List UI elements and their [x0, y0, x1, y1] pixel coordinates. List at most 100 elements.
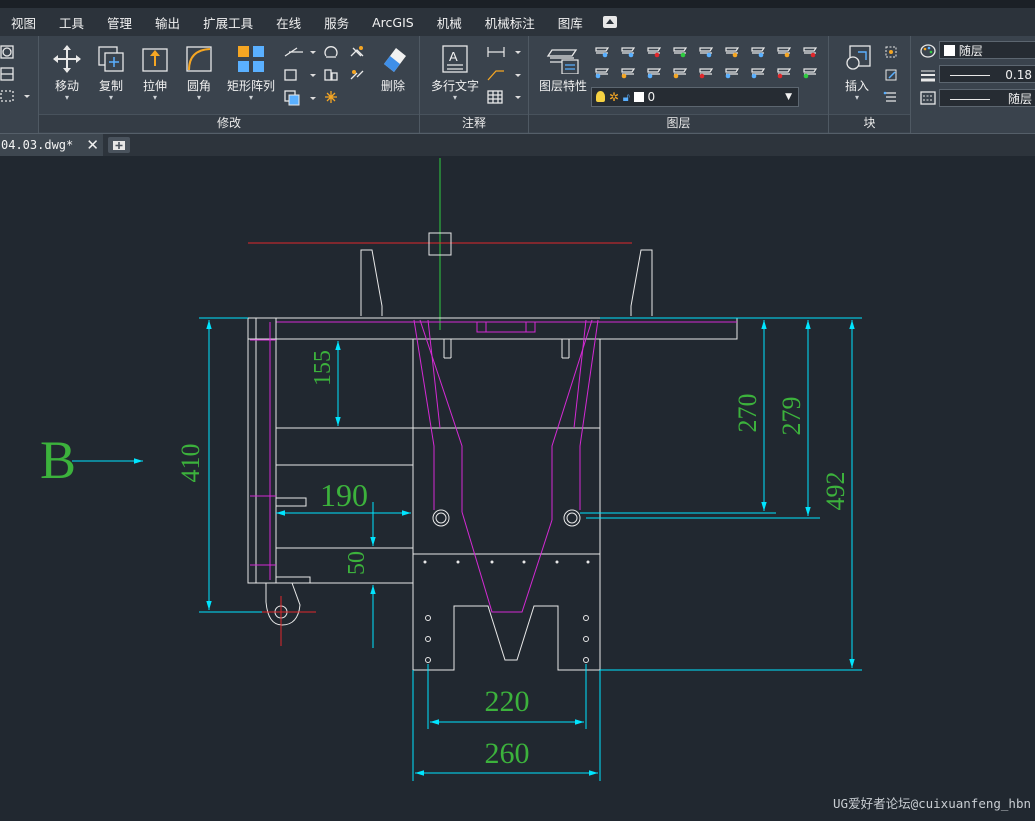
layer-unisolate-icon[interactable] [697, 43, 715, 59]
move-icon [53, 45, 81, 73]
chamfer-icon[interactable] [349, 44, 365, 60]
array-dropdown-icon[interactable]: ▾ [223, 94, 279, 102]
menu-services[interactable]: 服务 [324, 13, 349, 32]
layer-match-icon[interactable] [723, 43, 741, 59]
menu-mechanical[interactable]: 机械 [437, 13, 462, 32]
erase-button[interactable]: 删除 [371, 44, 415, 94]
explode-icon[interactable] [323, 89, 339, 105]
stretch-button[interactable]: 拉伸 ▾ [133, 44, 177, 102]
linetype-icon[interactable] [919, 90, 937, 106]
close-tab-icon[interactable]: ✕ [86, 134, 99, 156]
rotate-icon[interactable] [323, 44, 339, 60]
menu-mechanical-dim[interactable]: 机械标注 [485, 13, 535, 32]
layer-color-swatch [633, 92, 644, 102]
drawing-svg[interactable]: B 155 190 50 410 270 279 492 220 260 [0, 156, 1035, 817]
menu-output[interactable]: 输出 [155, 13, 180, 32]
boundary-tool-icon[interactable] [0, 88, 30, 104]
layer-off-icon[interactable] [671, 64, 689, 80]
layer-on-icon[interactable] [593, 43, 611, 59]
layer-thaw-icon[interactable] [697, 64, 715, 80]
lineweight-icon[interactable] [919, 67, 937, 83]
lineweight-sample [950, 75, 990, 76]
move-button[interactable]: 移动 ▾ [45, 44, 89, 102]
menu-tools[interactable]: 工具 [59, 13, 84, 32]
lightbulb-icon [596, 91, 605, 102]
fillet-button[interactable]: 圆角 ▾ [177, 44, 221, 102]
svg-text:A: A [449, 49, 458, 64]
view-label-b: B [40, 430, 76, 490]
layer-state-icon[interactable] [801, 64, 819, 80]
dim-155: 155 [310, 350, 336, 386]
insert-block-button[interactable]: 插入 ▾ [835, 44, 879, 102]
document-tab[interactable]: 04.03.dwg* ✕ [0, 134, 103, 156]
layer-isolate-icon[interactable] [671, 43, 689, 59]
drawing-canvas[interactable]: B 155 190 50 410 270 279 492 220 260 UG爱… [0, 156, 1035, 817]
layer-delete-icon[interactable] [801, 43, 819, 59]
layer-current-icon[interactable] [749, 64, 767, 80]
rect-array-button[interactable]: 矩形阵列 ▾ [223, 44, 279, 102]
eraser-icon [384, 48, 406, 72]
menu-extensions[interactable]: 扩展工具 [203, 13, 253, 32]
menu-library[interactable]: 图库 [558, 13, 583, 32]
trim-icon[interactable] [283, 44, 317, 60]
document-tab-bar: 04.03.dwg* ✕ [0, 134, 1035, 156]
join-icon[interactable] [349, 67, 365, 83]
layer-unlock-icon[interactable] [723, 64, 741, 80]
circle-tool-icon[interactable] [0, 44, 16, 60]
linetype-dropdown[interactable]: 随层 [939, 89, 1035, 107]
offset-icon[interactable] [283, 89, 317, 107]
collapse-ribbon-icon[interactable] [602, 16, 617, 28]
mtext-dropdown-icon[interactable]: ▾ [428, 94, 482, 102]
layer-copy-icon[interactable] [619, 64, 637, 80]
block-attributes-icon[interactable] [883, 89, 899, 105]
lower-lug [265, 582, 301, 626]
palette-icon[interactable] [919, 43, 937, 59]
mtext-button[interactable]: A 多行文字 ▾ [428, 44, 482, 102]
dim-279: 279 [777, 397, 806, 436]
copy-label: 复制 [98, 79, 123, 93]
fillet-icon [186, 46, 212, 72]
lineweight-value: 0.18 [1005, 68, 1032, 82]
hidden-geometry [413, 319, 599, 613]
central-body [412, 339, 601, 671]
insert-label: 插入 [844, 79, 869, 93]
create-block-icon[interactable] [883, 44, 899, 60]
layer-merge-icon[interactable] [593, 64, 611, 80]
menu-manage[interactable]: 管理 [107, 13, 132, 32]
rectangle-tool-icon[interactable] [283, 67, 317, 83]
layer-walk-icon[interactable] [775, 43, 793, 59]
insert-dropdown-icon[interactable]: ▾ [835, 94, 879, 102]
menu-online[interactable]: 在线 [276, 13, 301, 32]
layer-freeze-icon[interactable] [619, 43, 637, 59]
menu-bar: 视图 工具 管理 输出 扩展工具 在线 服务 ArcGIS 机械 机械标注 图库 [0, 8, 1035, 36]
menu-arcgis[interactable]: ArcGIS [372, 15, 414, 30]
layer-previous-icon[interactable] [749, 43, 767, 59]
mirror-icon[interactable] [323, 67, 339, 83]
mtext-label: 多行文字 [430, 79, 479, 93]
new-tab-button[interactable] [108, 137, 130, 153]
stretch-dropdown-icon[interactable]: ▾ [133, 94, 177, 102]
copy-dropdown-icon[interactable]: ▾ [89, 94, 133, 102]
layer-vpfreeze-icon[interactable] [775, 64, 793, 80]
layer-change-icon[interactable] [645, 64, 663, 80]
leader-icon[interactable] [486, 67, 522, 83]
lineweight-dropdown[interactable]: 0.18 [939, 65, 1035, 83]
left-ear [360, 249, 383, 316]
table-icon[interactable] [486, 89, 522, 105]
copy-button[interactable]: 复制 ▾ [89, 44, 133, 102]
layer-lock-icon[interactable] [645, 43, 663, 59]
ribbon: 移动 ▾ 复制 ▾ 拉伸 ▾ 圆角 ▾ 矩形阵列 ▾ 删除 修改 A 多行文字 … [0, 36, 1035, 134]
layer-dropdown[interactable]: ✲ 🔓︎ 0 ▼ [591, 87, 799, 107]
linear-dim-icon[interactable] [486, 44, 522, 60]
linetype-value: 随层 [1007, 92, 1032, 106]
layer-properties-button[interactable]: 图层特性 [535, 44, 591, 94]
layers-panel-title: 图层 [529, 114, 828, 132]
linetype-sample [950, 99, 990, 100]
color-dropdown[interactable]: 随层 [939, 41, 1035, 59]
menu-view[interactable]: 视图 [11, 13, 36, 32]
array-icon [238, 46, 264, 72]
edit-block-icon[interactable] [883, 67, 899, 83]
move-dropdown-icon[interactable]: ▾ [45, 94, 89, 102]
hatch-tool-icon[interactable] [0, 66, 16, 82]
fillet-dropdown-icon[interactable]: ▾ [177, 94, 221, 102]
